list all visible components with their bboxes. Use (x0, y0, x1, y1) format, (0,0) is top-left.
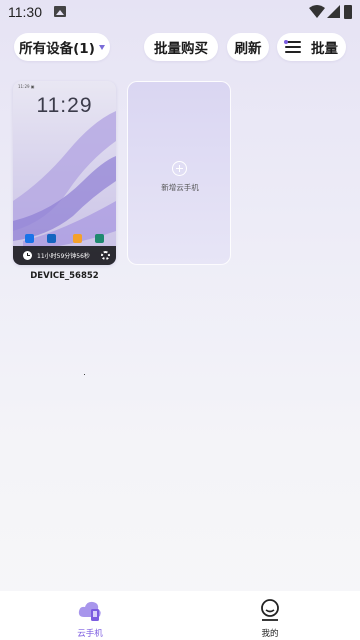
app-icon (73, 234, 82, 243)
device-app-dock (13, 234, 116, 246)
batch-label: 批量 (311, 41, 338, 57)
app-icon (47, 234, 56, 243)
stray-dot (84, 374, 85, 375)
wifi-icon (309, 5, 325, 18)
cloud-phone-icon (78, 601, 101, 621)
battery-icon (344, 5, 352, 19)
nav-label-cloud-phone: 云手机 (77, 629, 103, 639)
status-time: 11:30 (8, 4, 42, 20)
list-menu-icon (284, 40, 301, 53)
image-notification-icon (54, 6, 66, 17)
clock-icon (23, 251, 32, 260)
device-screen-clock: 11:29 (36, 94, 93, 117)
refresh-button[interactable]: 刷新 (227, 33, 269, 61)
device-filter-dropdown[interactable]: 所有设备(1) (14, 33, 110, 61)
add-cloud-phone-label: 新增云手机 (161, 183, 199, 192)
device-filter-label: 所有设备(1) (19, 41, 95, 57)
remaining-time: 11小时59分钟56秒 (37, 253, 90, 260)
nav-label-mine: 我的 (261, 629, 279, 639)
status-bar: 11:30 (0, 0, 360, 26)
batch-button[interactable]: 批量 (277, 33, 346, 61)
gear-icon[interactable] (101, 251, 110, 260)
app-icon (95, 234, 104, 243)
device-card-footer: 11小时59分钟56秒 (13, 246, 116, 265)
batch-buy-label: 批量购买 (154, 41, 208, 57)
batch-buy-button[interactable]: 批量购买 (144, 33, 218, 61)
plus-icon (172, 161, 187, 176)
nav-item-cloud-phone[interactable]: 云手机 (50, 591, 130, 640)
add-cloud-phone-card[interactable]: 新增云手机 (127, 81, 231, 265)
nav-item-mine[interactable]: 我的 (230, 591, 310, 640)
signal-icon (327, 5, 340, 18)
bottom-nav: 云手机 我的 (0, 591, 360, 640)
refresh-label: 刷新 (234, 41, 262, 57)
mini-status-text: 11:29 ▣ (18, 84, 35, 89)
device-card[interactable]: 11:29 ▣ 11:29 11小时59分钟56秒 (13, 81, 116, 265)
device-name: DEVICE_56852 (30, 271, 99, 281)
user-icon (261, 599, 279, 621)
caret-down-icon (98, 44, 105, 50)
app-icon (25, 234, 34, 243)
